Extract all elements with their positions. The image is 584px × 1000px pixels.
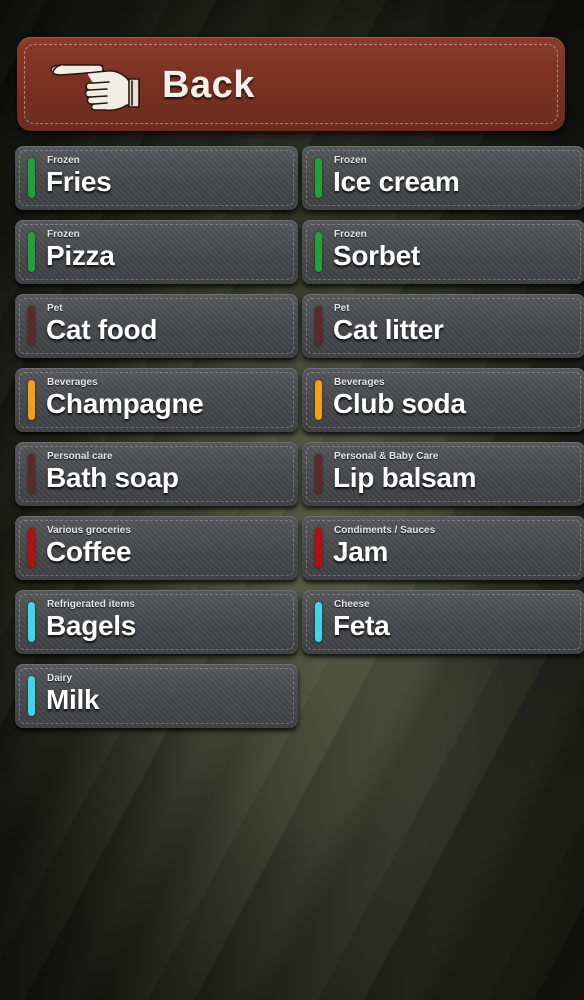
item-category: Pet — [47, 303, 63, 314]
category-color-stripe — [28, 158, 35, 198]
category-color-stripe — [315, 306, 322, 346]
back-label: Back — [162, 64, 255, 106]
list-item-lip-balsam[interactable]: Personal & Baby Care Lip balsam — [302, 442, 584, 506]
list-item-cat-food[interactable]: Pet Cat food — [15, 294, 298, 358]
item-name: Coffee — [46, 536, 132, 567]
list-item-club-soda[interactable]: Beverages Club soda — [302, 368, 584, 432]
category-color-stripe — [28, 602, 35, 642]
category-color-stripe — [315, 380, 322, 420]
item-name: Fries — [46, 166, 112, 197]
list-item-milk[interactable]: Dairy Milk — [15, 664, 298, 728]
item-category: Frozen — [47, 229, 80, 240]
category-color-stripe — [28, 676, 35, 716]
item-category: Cheese — [334, 599, 370, 610]
category-color-stripe — [315, 454, 322, 494]
item-category: Beverages — [47, 377, 98, 388]
item-name: Cat litter — [333, 314, 444, 345]
item-category: Various groceries — [47, 525, 131, 536]
list-item-cat-litter[interactable]: Pet Cat litter — [302, 294, 584, 358]
list-item-fries[interactable]: Frozen Fries — [15, 146, 298, 210]
list-item-pizza[interactable]: Frozen Pizza — [15, 220, 298, 284]
list-item-bath-soap[interactable]: Personal care Bath soap — [15, 442, 298, 506]
category-color-stripe — [28, 232, 35, 272]
category-color-stripe — [315, 232, 322, 272]
item-name: Champagne — [46, 388, 204, 419]
item-category: Beverages — [334, 377, 385, 388]
list-item-coffee[interactable]: Various groceries Coffee — [15, 516, 298, 580]
item-category: Frozen — [334, 229, 367, 240]
item-category: Personal care — [47, 451, 113, 462]
category-color-stripe — [315, 158, 322, 198]
item-category: Condiments / Sauces — [334, 525, 436, 536]
list-item-champagne[interactable]: Beverages Champagne — [15, 368, 298, 432]
category-color-stripe — [28, 380, 35, 420]
item-name: Lip balsam — [333, 462, 477, 493]
category-color-stripe — [315, 602, 322, 642]
category-color-stripe — [28, 454, 35, 494]
pointing-hand-icon — [50, 64, 140, 112]
item-category: Frozen — [47, 155, 80, 166]
item-name: Sorbet — [333, 240, 420, 271]
category-color-stripe — [28, 528, 35, 568]
item-category: Personal & Baby Care — [334, 451, 439, 462]
category-color-stripe — [315, 528, 322, 568]
list-item-bagels[interactable]: Refrigerated items Bagels — [15, 590, 298, 654]
item-name: Ice cream — [333, 166, 460, 197]
item-name: Feta — [333, 610, 390, 641]
item-name: Cat food — [46, 314, 158, 345]
item-name: Milk — [46, 684, 100, 715]
item-name: Club soda — [333, 388, 466, 419]
item-category: Refrigerated items — [47, 599, 135, 610]
list-item-sorbet[interactable]: Frozen Sorbet — [302, 220, 584, 284]
item-category: Dairy — [47, 673, 73, 684]
list-item-ice-cream[interactable]: Frozen Ice cream — [302, 146, 584, 210]
back-button[interactable]: Back — [17, 37, 565, 131]
item-name: Bagels — [46, 610, 137, 641]
item-name: Jam — [333, 536, 389, 567]
item-category: Frozen — [334, 155, 367, 166]
item-name: Bath soap — [46, 462, 179, 493]
list-item-feta[interactable]: Cheese Feta — [302, 590, 584, 654]
list-item-jam[interactable]: Condiments / Sauces Jam — [302, 516, 584, 580]
item-name: Pizza — [46, 240, 115, 271]
item-category: Pet — [334, 303, 350, 314]
category-color-stripe — [28, 306, 35, 346]
